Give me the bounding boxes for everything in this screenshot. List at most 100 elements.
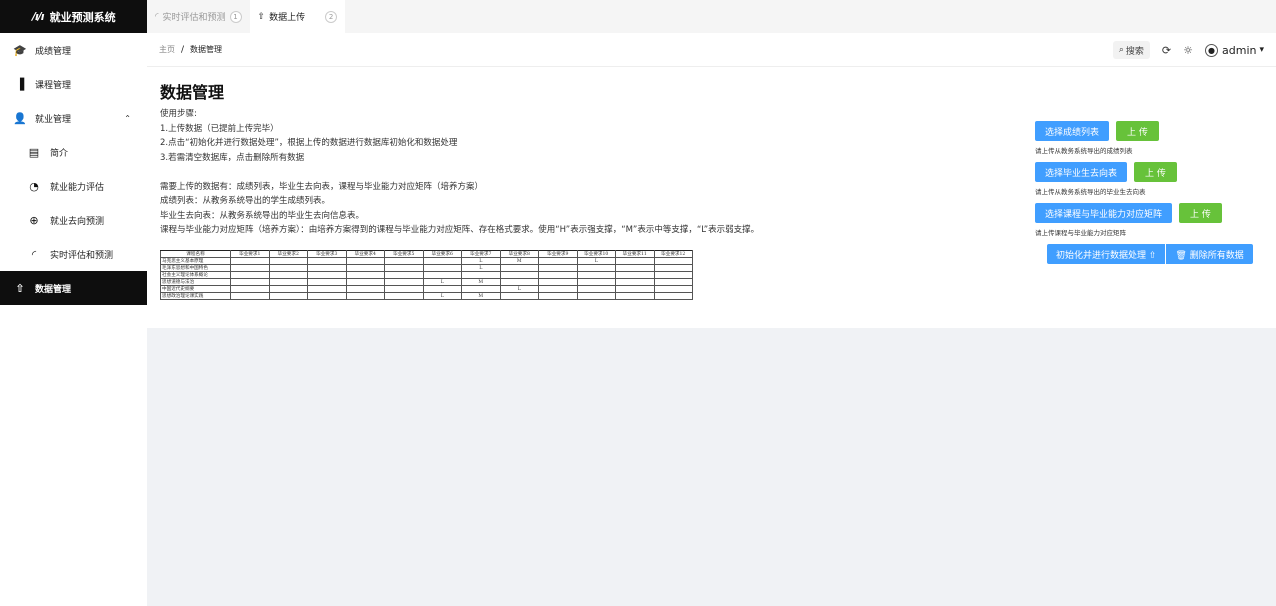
course-name-cell: 中国近代史纲要 [160, 285, 231, 293]
support-level-cell [653, 271, 693, 279]
tab-realtime[interactable]: ◜ 实时评估和预测 1 [147, 0, 250, 33]
user-menu[interactable]: ● admin ▾ [1205, 43, 1264, 57]
support-level-cell [538, 264, 578, 272]
support-level-cell [615, 257, 655, 265]
tab-label: 实时评估和预测 [162, 13, 226, 23]
support-level-cell [615, 264, 655, 272]
support-level-cell [499, 264, 539, 272]
sidebar-item-courses[interactable]: ▐ 课程管理 [0, 67, 147, 101]
sidebar-item-destination-predict[interactable]: ⊕ 就业去向预测 [0, 203, 147, 237]
support-level-cell [345, 278, 385, 286]
instruction-line: 使用步骤: [160, 109, 197, 119]
support-level-cell: L [499, 285, 539, 293]
sidebar-item-ability-eval[interactable]: ◔ 就业能力评估 [0, 169, 147, 203]
breadcrumb-separator: / [181, 44, 185, 55]
support-level-cell [538, 271, 578, 279]
column-header: 毕业要求2 [268, 250, 308, 258]
search-button[interactable]: ⌕ 搜索 [1112, 41, 1150, 59]
column-header: 毕业要求5 [384, 250, 424, 258]
support-level-cell [615, 271, 655, 279]
support-level-cell [422, 264, 462, 272]
support-level-cell [230, 257, 270, 265]
sidebar-item-label: 课程管理 [35, 80, 72, 91]
sidebar-item-label: 成绩管理 [35, 46, 72, 57]
instruction-line: 毕业生去向表：从教务系统导出的毕业生去向信息表。 [160, 210, 365, 221]
support-level-cell [653, 264, 693, 272]
table-row: 中国近代史纲要 L [160, 285, 693, 293]
tab-index-badge: 2 [325, 10, 338, 23]
instruction-line: 课程与毕业能力对应矩阵（培养方案）：由培养方案得到的课程与毕业能力对应矩阵、存在… [160, 225, 760, 235]
sidebar-item-label: 就业能力评估 [50, 182, 105, 193]
user-icon: 👤 [13, 111, 27, 125]
support-level-cell: L [422, 278, 462, 286]
breadcrumb-home[interactable]: 主页 [159, 44, 175, 55]
tab-index-badge: 1 [229, 10, 242, 23]
sidebar-item-intro[interactable]: ▤ 简介 [0, 135, 147, 169]
sidebar: /ı/ı 就业预测系统 🎓 成绩管理 ▐ 课程管理 👤 就业管理 ⌃ ▤ 简介 … [0, 0, 147, 606]
support-level-cell [345, 264, 385, 272]
refresh-icon[interactable]: ⟳ [1162, 44, 1171, 57]
support-level-cell [307, 257, 347, 265]
chevron-up-icon: ⌃ [124, 113, 131, 123]
support-level-cell [653, 278, 693, 286]
support-level-cell [461, 285, 501, 293]
support-level-cell: M [461, 278, 501, 286]
support-level-cell [268, 292, 308, 300]
main-content: 数据管理 使用步骤: 1.上传数据（已提前上传完毕） 2.点击“初始化并进行数据… [147, 67, 1276, 328]
gauge-icon: ◔ [29, 179, 39, 193]
logo-mark-icon: /ı/ı [32, 10, 45, 23]
support-level-cell: M [499, 257, 539, 265]
course-name-cell: 思想道德与法治 [160, 278, 231, 286]
sidebar-item-grades[interactable]: 🎓 成绩管理 [0, 33, 147, 67]
support-level-cell [268, 285, 308, 293]
support-level-cell [615, 285, 655, 293]
upload-destination-button[interactable]: 上 传 [1134, 162, 1177, 182]
sidebar-item-employment[interactable]: 👤 就业管理 ⌃ [0, 101, 147, 135]
support-level-cell [499, 278, 539, 286]
column-header: 毕业要求7 [461, 250, 501, 258]
select-destination-button[interactable]: 选择毕业生去向表 [1035, 162, 1128, 182]
upload-grades-button[interactable]: 上 传 [1116, 121, 1159, 141]
support-level-cell [230, 292, 270, 300]
upload-panel: 选择成绩列表 上 传 请上传从教务系统导出的成绩列表 选择毕业生去向表 上 传 … [1035, 121, 1275, 264]
theme-toggle-icon[interactable]: ☼ [1183, 44, 1193, 57]
init-process-button[interactable]: 初始化并进行数据处理 ⇧ [1047, 244, 1166, 264]
course-name-cell: 思想政治理论课实践 [160, 292, 231, 300]
sidebar-item-realtime[interactable]: ◜ 实时评估和预测 [0, 237, 147, 271]
upload-matrix-button[interactable]: 上 传 [1179, 203, 1222, 223]
support-level-cell [422, 271, 462, 279]
delete-all-button[interactable]: 🗑 删除所有数据 [1166, 244, 1253, 264]
sidebar-item-label: 就业管理 [35, 114, 72, 125]
column-header: 毕业要求10 [576, 250, 616, 258]
column-header: 毕业要求12 [653, 250, 693, 258]
table-row: 社会主义理论体系概论 [160, 271, 693, 279]
caret-down-icon: ▾ [1259, 45, 1264, 55]
select-grades-button[interactable]: 选择成绩列表 [1035, 121, 1110, 141]
column-header: 毕业要求11 [615, 250, 655, 258]
support-level-cell [384, 257, 424, 265]
support-level-cell [653, 285, 693, 293]
support-level-cell [268, 264, 308, 272]
support-level-cell [230, 264, 270, 272]
graduation-cap-icon: 🎓 [13, 43, 27, 57]
tab-data-upload[interactable]: ⇧ 数据上传 2 [249, 0, 346, 33]
sidebar-item-data-management[interactable]: ⇧ 数据管理 [0, 271, 147, 305]
select-matrix-button[interactable]: 选择课程与毕业能力对应矩阵 [1035, 203, 1173, 223]
course-name-cell: 社会主义理论体系概论 [160, 271, 231, 279]
instruction-line: 需要上传的数据有：成绩列表，毕业生去向表，课程与毕业能力对应矩阵（培养方案） [160, 181, 484, 192]
app-logo[interactable]: /ı/ı 就业预测系统 [0, 0, 147, 33]
instruction-line: 1.上传数据（已提前上传完毕） [160, 123, 279, 134]
support-level-cell [422, 285, 462, 293]
instruction-line: 3.若需清空数据库，点击删除所有数据 [160, 152, 305, 163]
sidebar-item-label: 简介 [50, 148, 69, 159]
upload-hint: 请上传从教务系统导出的毕业生去向表 [1035, 188, 1146, 196]
support-level-cell [230, 285, 270, 293]
loading-icon: ◜ [31, 247, 37, 261]
upload-hint: 请上传从教务系统导出的成绩列表 [1035, 147, 1133, 155]
instruction-line: 2.点击“初始化并进行数据处理”，根据上传的数据进行数据库初始化和数据处理 [160, 138, 458, 148]
upload-icon: ⇧ [15, 281, 25, 295]
table-row: 思想道德与法治 L M [160, 278, 693, 286]
course-name-cell: 马克思主义基本原理 [160, 257, 231, 265]
support-level-cell [461, 271, 501, 279]
support-level-cell [307, 278, 347, 286]
